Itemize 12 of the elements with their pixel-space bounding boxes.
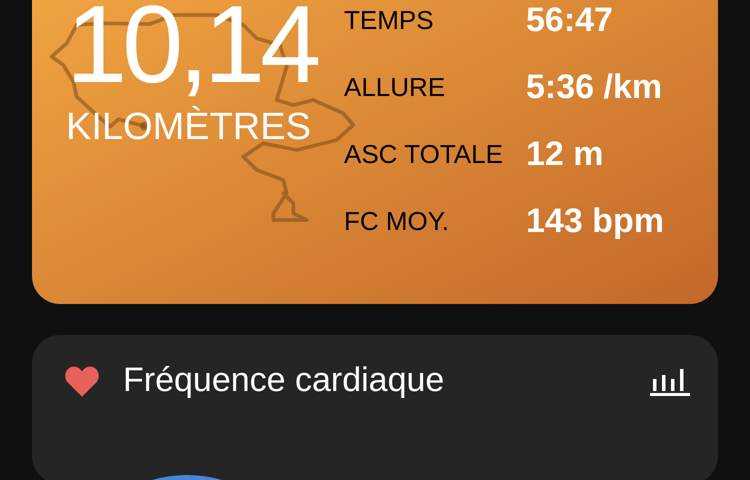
stat-value: 5:36 /km <box>526 67 664 108</box>
stat-label: FC MOY. <box>344 205 450 238</box>
stat-value: 12 m <box>526 134 604 175</box>
stat-label: TEMPS <box>344 4 435 37</box>
stat-value: 56:47 <box>526 0 614 41</box>
stat-value: 143 bpm <box>526 201 664 242</box>
distance-unit: KILOMÈTRES <box>66 108 312 146</box>
stat-label: ALLURE <box>344 71 446 104</box>
stat-label: ASC TOTALE <box>344 138 504 171</box>
distance-value: 10,14 <box>66 0 318 100</box>
heart-icon <box>64 364 100 396</box>
card-title: Fréquence cardiaque <box>123 360 444 401</box>
